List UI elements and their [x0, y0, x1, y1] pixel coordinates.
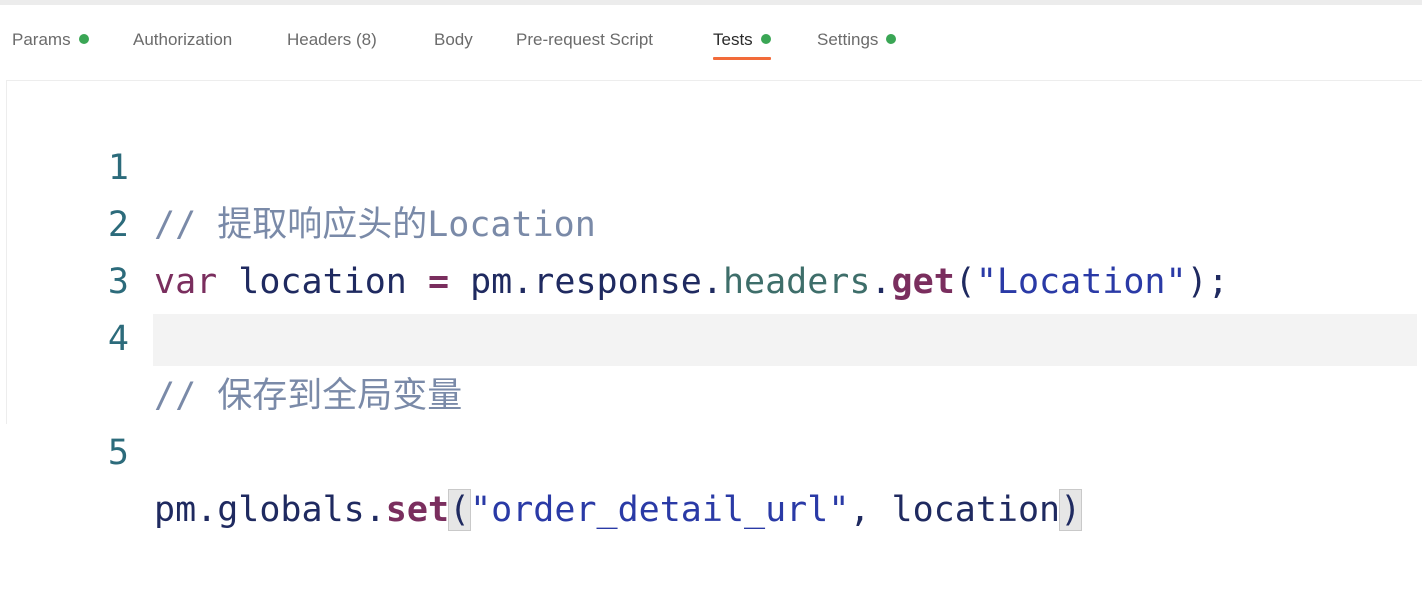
code-text[interactable]: pm.globals.set("order_detail_url", locat…: [154, 482, 1083, 539]
tab-body[interactable]: Body: [434, 30, 473, 60]
window-top-edge: [0, 0, 1422, 5]
code-line-current[interactable]: 5 pm.globals.set("order_detail_url", loc…: [7, 311, 1417, 531]
identifier-token: pm.globals.: [154, 490, 386, 530]
code-line[interactable]: 3 console.log(location);: [7, 197, 1417, 359]
identifier-token: , location: [849, 490, 1061, 530]
request-tabs: Params Authorization Headers (8) Body Pr…: [0, 22, 1422, 66]
code-editor[interactable]: 1 // 提取响应头的Location 2 var location = pm.…: [6, 80, 1422, 531]
tab-tests[interactable]: Tests: [713, 30, 771, 60]
comment-token: // 保存到全局变量: [154, 376, 463, 416]
tab-label: Pre-request Script: [516, 30, 653, 49]
code-text[interactable]: // 保存到全局变量: [154, 368, 462, 425]
tab-label: Params: [12, 30, 71, 49]
status-dot-icon: [886, 34, 897, 44]
tab-settings[interactable]: Settings: [817, 30, 897, 60]
method-token: set: [385, 490, 450, 530]
tab-label: Tests: [713, 30, 753, 49]
status-dot-icon: [760, 34, 771, 44]
code-line[interactable]: 2 var location = pm.response.headers.get…: [7, 140, 1417, 302]
code-line[interactable]: 4 // 保存到全局变量: [7, 254, 1417, 416]
code-line[interactable]: 1 // 提取响应头的Location: [7, 83, 1417, 245]
tab-label: Authorization: [133, 30, 233, 49]
line-number: 5: [107, 433, 129, 473]
tab-label: Headers (8): [287, 30, 377, 49]
current-line-highlight: [153, 314, 1417, 366]
tab-authorization[interactable]: Authorization: [133, 30, 232, 60]
tab-headers[interactable]: Headers (8): [287, 30, 377, 60]
status-dot-icon: [78, 34, 89, 44]
tab-label: Body: [434, 30, 473, 49]
tab-params[interactable]: Params: [12, 30, 89, 60]
matched-bracket: (: [448, 489, 472, 531]
tab-label: Settings: [817, 30, 879, 49]
active-tab-indicator: [713, 57, 771, 60]
tab-pre-request-script[interactable]: Pre-request Script: [516, 30, 653, 60]
string-token: "order_detail_url": [470, 490, 850, 530]
matched-bracket: ): [1059, 489, 1083, 531]
